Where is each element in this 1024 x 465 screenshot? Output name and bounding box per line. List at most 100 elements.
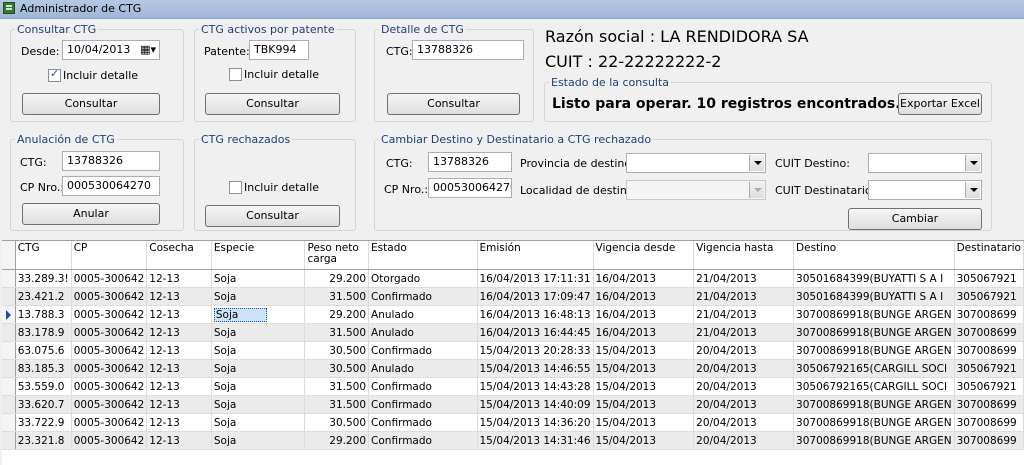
table-cell[interactable]: 21/04/2013 [693, 269, 795, 288]
table-cell[interactable]: 29.200 [304, 269, 370, 288]
row-header[interactable] [2, 287, 16, 306]
row-header[interactable] [2, 305, 16, 324]
table-cell[interactable]: 30700869918(BUNGE ARGEN [793, 323, 955, 342]
table-cell[interactable]: 16/04/2013 [593, 305, 695, 324]
table-cell[interactable]: 15/04/2013 14:46:55 [477, 359, 594, 378]
table-cell[interactable]: 0005-300642 [71, 269, 148, 288]
column-header[interactable]: Peso neto carga [304, 241, 370, 270]
cambiar-cp-input[interactable]: 000530064270 [428, 178, 512, 198]
table-cell[interactable]: 31.500 [304, 323, 370, 342]
table-cell[interactable]: 0005-300642 [71, 341, 148, 360]
table-cell[interactable]: 83.185.3 [15, 359, 72, 378]
column-header[interactable]: Cosecha [146, 241, 212, 270]
row-header[interactable] [2, 359, 16, 378]
table-cell[interactable]: 29.200 [304, 431, 370, 450]
table-cell[interactable]: 16/04/2013 [593, 323, 695, 342]
column-header[interactable]: CTG [15, 241, 72, 270]
table-cell[interactable]: 12-13 [146, 377, 212, 396]
table-cell[interactable]: 30700869918(BUNGE ARGEN [793, 431, 955, 450]
table-cell[interactable]: 15/04/2013 14:40:09 [477, 395, 594, 414]
rechazados-incluir-detalle-checkbox[interactable] [229, 181, 242, 194]
table-cell[interactable]: Soja [211, 377, 306, 396]
table-cell[interactable]: Soja [211, 359, 306, 378]
table-cell[interactable]: 30700869918(BUNGE ARGEN [793, 341, 955, 360]
table-cell[interactable]: Soja [211, 269, 306, 288]
table-cell[interactable]: Confirmado [368, 287, 478, 306]
table-cell[interactable]: 30.500 [304, 341, 370, 360]
table-cell[interactable]: 15/04/2013 20:28:33 [477, 341, 594, 360]
table-cell[interactable]: 15/04/2013 14:43:28 [477, 377, 594, 396]
row-header[interactable] [2, 431, 16, 450]
table-cell[interactable]: 12-13 [146, 305, 212, 324]
column-header[interactable]: Emisión [477, 241, 594, 270]
consultar-ctg-button[interactable]: Consultar [22, 93, 160, 115]
table-cell[interactable]: Confirmado [368, 431, 478, 450]
table-cell[interactable]: 0005-300642 [71, 431, 148, 450]
table-row[interactable]: 23.421.2 0005-300642 12-13 Soja 31.500 Confir… [2, 287, 1024, 306]
table-cell[interactable]: 0005-300642 [71, 305, 148, 324]
table-cell[interactable]: 12-13 [146, 323, 212, 342]
cambiar-button[interactable]: Cambiar [848, 208, 982, 230]
table-cell[interactable]: 0005-300642 [71, 287, 148, 306]
table-cell[interactable]: Soja [211, 305, 306, 324]
table-cell[interactable]: Otorgado [368, 269, 478, 288]
desde-date-picker[interactable]: 10/04/2013 ▦▾ [62, 40, 160, 60]
table-cell[interactable]: Soja [211, 341, 306, 360]
column-header[interactable]: Destinatario [954, 241, 1024, 270]
table-cell[interactable]: 30501684399(BUYATTI S A I [793, 269, 955, 288]
cambiar-ctg-input[interactable]: 13788326 [428, 152, 512, 172]
table-cell[interactable]: 53.559.0 [15, 377, 72, 396]
column-header[interactable]: Especie [211, 241, 306, 270]
table-cell[interactable]: 15/04/2013 [593, 359, 695, 378]
table-cell[interactable]: 31.500 [304, 377, 370, 396]
table-cell[interactable]: 30700869918(BUNGE ARGEN [793, 305, 955, 324]
table-cell[interactable]: 30501684399(BUYATTI S A I [793, 287, 955, 306]
row-header[interactable] [2, 377, 16, 396]
table-cell[interactable]: Anulado [368, 359, 478, 378]
table-cell[interactable]: 307008699 [954, 395, 1024, 414]
table-cell[interactable]: 0005-300642 [71, 323, 148, 342]
table-cell[interactable]: 16/04/2013 16:44:45 [477, 323, 594, 342]
table-cell[interactable]: 305067921 [954, 377, 1024, 396]
table-cell[interactable]: 30700869918(BUNGE ARGEN [793, 395, 955, 414]
table-cell[interactable]: 15/04/2013 [593, 395, 695, 414]
patente-input[interactable]: TBK994 [249, 40, 309, 60]
table-cell[interactable]: 15/04/2013 14:36:20 [477, 413, 594, 432]
activos-incluir-detalle-checkbox[interactable] [229, 68, 242, 81]
table-cell[interactable]: 21/04/2013 [693, 323, 795, 342]
table-row[interactable]: 13.788.3 0005-300642 12-13 Soja 29.200 Anulad… [2, 305, 1024, 324]
table-cell[interactable]: Soja [211, 287, 306, 306]
table-cell[interactable]: 16/04/2013 17:09:47 [477, 287, 594, 306]
table-cell[interactable]: 15/04/2013 [593, 413, 695, 432]
table-row[interactable]: 83.185.3 0005-300642 12-13 Soja 30.500 Anulad… [2, 359, 1024, 378]
table-cell[interactable]: 307008699 [954, 413, 1024, 432]
table-cell[interactable]: 15/04/2013 [593, 377, 695, 396]
table-cell[interactable]: 20/04/2013 [693, 377, 795, 396]
table-cell[interactable]: 30506792165(CARGILL SOCI [793, 377, 955, 396]
localidad-destino-select[interactable] [626, 180, 766, 200]
column-header[interactable]: CP [71, 241, 148, 270]
table-cell[interactable]: 33.620.7 [15, 395, 72, 414]
table-cell[interactable]: 15/04/2013 14:31:46 [477, 431, 594, 450]
row-header[interactable] [2, 269, 16, 288]
table-row[interactable]: 63.075.6 0005-300642 12-13 Soja 30.500 Confir… [2, 341, 1024, 360]
cuit-destinatario-dropdown-arrow-icon[interactable] [965, 182, 980, 198]
table-cell[interactable]: Anulado [368, 323, 478, 342]
table-cell[interactable]: Soja [211, 413, 306, 432]
table-cell[interactable]: 29.200 [304, 305, 370, 324]
table-cell[interactable]: 20/04/2013 [693, 359, 795, 378]
table-cell[interactable]: Confirmado [368, 341, 478, 360]
detalle-consultar-button[interactable]: Consultar [387, 93, 520, 115]
table-cell[interactable]: 33.289.3! [15, 269, 72, 288]
table-cell[interactable]: Anulado [368, 305, 478, 324]
table-cell[interactable]: 12-13 [146, 287, 212, 306]
table-row[interactable]: 33.620.7 0005-300642 12-13 Soja 31.500 Confir… [2, 395, 1024, 414]
table-cell[interactable]: 16/04/2013 16:48:13 [477, 305, 594, 324]
anulacion-cp-input[interactable]: 000530064270 [62, 176, 160, 196]
row-header[interactable] [2, 341, 16, 360]
table-cell[interactable]: 16/04/2013 17:11:31 [477, 269, 594, 288]
column-header[interactable]: Estado [368, 241, 478, 270]
row-header[interactable] [2, 395, 16, 414]
table-row[interactable]: 23.321.8 0005-300642 12-13 Soja 29.200 Confir… [2, 431, 1024, 450]
table-cell[interactable]: 20/04/2013 [693, 413, 795, 432]
